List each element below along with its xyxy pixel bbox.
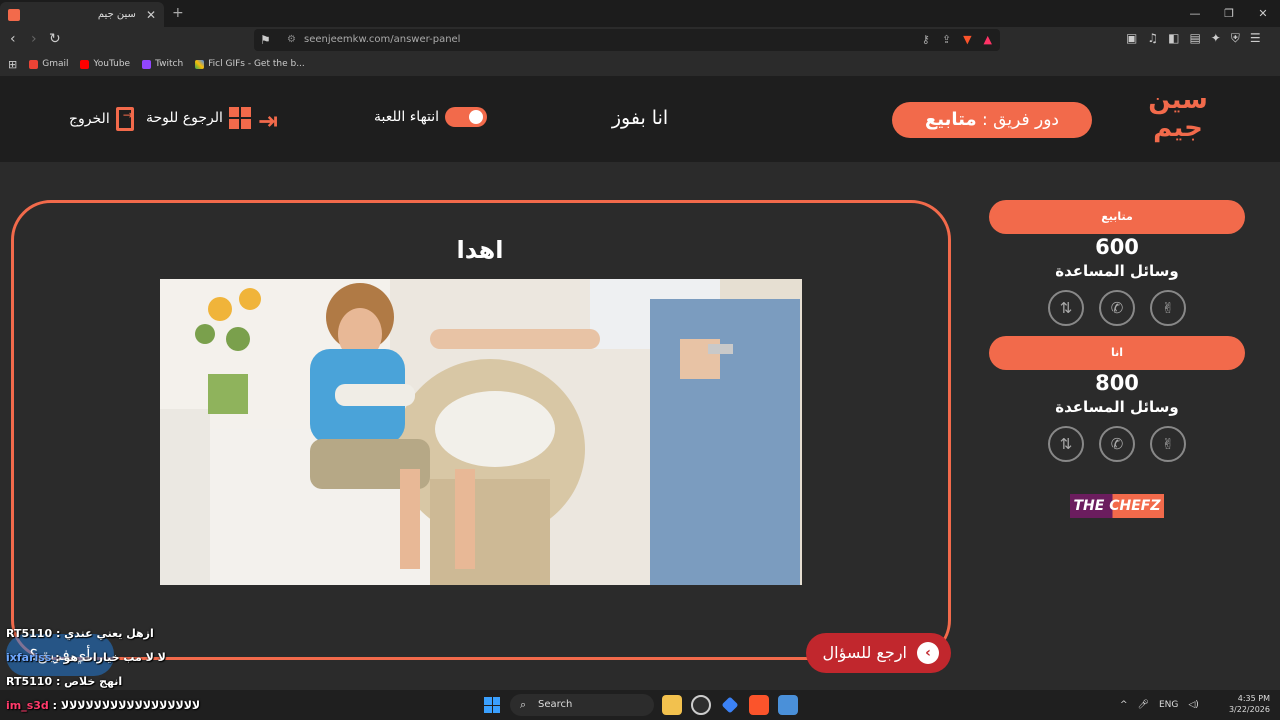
chat-text: انهج خلاص [64,675,123,688]
chat-message: im_s3d : ﻻﻻﻻﻻﻻﻻﻻﻻﻻﻻﻻﻻﻻﻻﻻﻻﻻ [6,699,201,712]
end-game-button[interactable]: انتهاء اللعبة [374,107,488,127]
game-title: انا بفوز [611,107,669,129]
apps-grid-icon[interactable]: ⊞ [8,58,17,71]
close-window-icon[interactable]: ✕ [1246,0,1280,27]
chevron-right-icon: › [917,642,939,664]
close-tab-icon[interactable]: ✕ [146,8,156,22]
team-turn-badge: دور فريق : متابيع [892,102,1092,138]
chevron-up-icon[interactable]: ^ [1120,700,1128,710]
leo-icon[interactable]: ✦ [1211,31,1221,46]
file-explorer-icon[interactable] [662,695,682,715]
url-text: seenjeemkw.com/answer-panel [304,34,461,45]
restore-icon[interactable]: ❐ [1212,0,1246,27]
back-to-question-label: ارجع للسؤال [822,643,907,662]
answer-image [160,279,802,585]
end-game-label: انتهاء اللعبة [374,109,440,125]
exit-door-icon [115,107,134,131]
answer-title: اهدا [456,236,504,264]
back-to-question-button[interactable]: › ارجع للسؤال [806,633,951,673]
window-controls: — ❐ ✕ [1178,0,1280,27]
help-aids-label: وسائل المساعدة [1055,262,1179,280]
address-bar[interactable]: ⚑ ⚙ seenjeemkw.com/answer-panel ⚷ ⇪ ▼ ▲ [254,29,1000,51]
reload-icon[interactable]: ↻ [49,31,61,47]
volume-icon[interactable]: ◁) [1188,700,1198,710]
team-name-bar: متابيع [989,200,1245,234]
brave-shields-icon[interactable]: ▼ [963,29,971,51]
chat-text: ازهل يعني عندي [64,627,154,640]
site-logo[interactable]: سين جيم [1143,86,1213,152]
chat-message: RT5110 : انهج خلاص [6,675,123,688]
chat-username: RT5110 [6,627,53,640]
windows-start-icon[interactable] [484,697,500,713]
two-answers-icon[interactable]: ✌ [1150,426,1186,462]
board-grid-icon [228,107,251,129]
app-diamond-icon[interactable] [721,696,739,714]
minimize-icon[interactable]: — [1178,0,1212,27]
search-label: Search [538,699,573,710]
sponsor-logo: THE CHEFZ [1070,494,1164,518]
arrow-right-icon: ⇥ [258,107,279,135]
sidebar-icon[interactable]: ◧ [1168,31,1179,46]
back-icon[interactable]: ‹ [10,31,16,47]
wallet-icon[interactable]: ▤ [1189,31,1200,46]
taskbar-clock[interactable]: 4:35 PM 3/22/2026 [1226,693,1270,715]
bookmark-twitch[interactable]: Twitch [142,59,183,69]
clock-time: 4:35 PM [1237,694,1270,703]
exit-label: الخروج [69,111,110,127]
chat-text: لا لا مب خيارات هو [63,651,166,664]
chat-text: ﻻﻻﻻﻻﻻﻻﻻﻻﻻﻻﻻﻻﻻﻻﻻﻻﻻ [60,699,201,712]
key-icon[interactable]: ⚷ [922,29,930,51]
search-icon: ⌕ [520,698,527,711]
phone-a-friend-icon[interactable]: ✆ [1099,426,1135,462]
help-aids-label: وسائل المساعدة [1055,398,1179,416]
language-indicator[interactable]: ENG [1159,700,1178,710]
site-info-icon[interactable]: ⚙ [287,29,296,51]
end-game-arrow[interactable]: ⇥ [258,107,278,135]
bookmark-icon[interactable]: ⚑ [260,29,271,51]
new-tab-button[interactable]: + [172,5,184,21]
back-to-board-label: الرجوع للوحة [146,110,223,126]
browser-toolbar: ‹ › ↻ ⚑ ⚙ seenjeemkw.com/answer-panel ⚷ … [0,27,1280,53]
bookmark-gmail[interactable]: Gmail [29,59,68,69]
toolbar-icons: ▣ ♫ ◧ ▤ ✦ ⛨ ☰ [1126,31,1261,46]
clock-date: 3/22/2026 [1228,705,1270,714]
chat-message: RT5110 : ازهل يعني عندي [6,627,154,640]
exit-button[interactable]: الخروج [69,107,134,131]
brave-browser-icon[interactable] [749,695,769,715]
back-to-board-button[interactable]: الرجوع للوحة [146,107,251,129]
chat-username: RT5110 [6,675,53,688]
brave-rewards-icon[interactable]: ▲ [984,29,992,51]
chat-message: ixfariss : لا لا مب خيارات هو [6,651,166,664]
menu-icon[interactable]: ☰ [1250,31,1261,46]
app-shield-icon[interactable] [778,695,798,715]
taskbar-search[interactable]: ⌕ Search [510,694,654,716]
share-icon[interactable]: ⇪ [942,29,951,51]
site-favicon-icon [8,8,20,21]
team-score: 800 [1095,371,1139,395]
team-name-bar: انا [989,336,1245,370]
swap-question-icon[interactable]: ⇅ [1048,426,1084,462]
toggle-icon [445,107,488,127]
bookmark-youtube[interactable]: YouTube [80,59,130,69]
microphone-icon[interactable]: 🎤︎ [1138,700,1149,710]
team-turn-prefix: دور فريق : [982,110,1059,130]
swap-question-icon[interactable]: ⇅ [1048,290,1084,326]
team-score: 600 [1095,235,1139,259]
bookmark-ficl[interactable]: Ficl GIFs - Get the b... [195,59,305,69]
system-tray: ^ 🎤︎ ENG ◁) [1120,690,1199,720]
bookmarks-bar: ⊞ Gmail YouTube Twitch Ficl GIFs - Get t… [0,53,1280,75]
phone-a-friend-icon[interactable]: ✆ [1099,290,1135,326]
chat-username: im_s3d [6,699,49,712]
browser-tab-bar: سين جيم ✕ + — ❐ ✕ [0,0,1280,27]
vpn-icon[interactable]: ⛨ [1231,31,1240,46]
two-answers-icon[interactable]: ✌ [1150,290,1186,326]
tab-title: سين جيم [97,9,136,20]
app-icon[interactable] [691,695,711,715]
screenshot-icon[interactable]: ▣ [1126,31,1137,46]
media-icon[interactable]: ♫ [1147,31,1158,46]
forward-icon[interactable]: › [31,31,37,47]
browser-tab[interactable]: سين جيم ✕ [0,2,164,27]
team-turn-name: متابيع [924,109,977,130]
chat-username: ixfariss [6,651,52,664]
